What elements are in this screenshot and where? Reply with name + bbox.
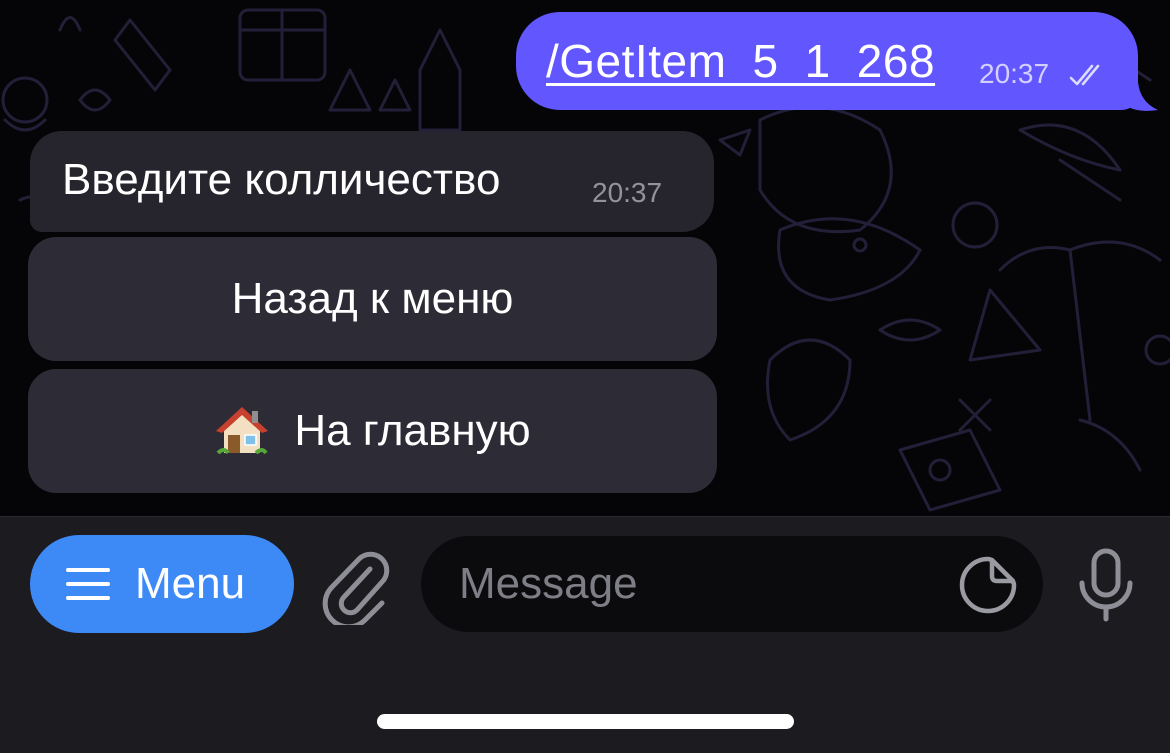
house-icon <box>216 407 269 455</box>
incoming-message-bubble[interactable]: Введите колличество 20:37 <box>30 131 714 232</box>
back-to-menu-button[interactable]: Назад к меню <box>28 237 717 361</box>
paperclip-icon[interactable] <box>322 547 394 625</box>
message-time: 20:37 <box>979 58 1050 89</box>
telegram-chat-screen: /GetItem_5_1_268 20:37 Введите колличест… <box>0 0 1170 753</box>
home-indicator[interactable] <box>377 714 794 729</box>
message-time: 20:37 <box>592 177 663 208</box>
back-to-menu-label: Назад к меню <box>231 274 514 323</box>
home-button[interactable]: На главную <box>28 369 717 493</box>
message-input[interactable] <box>459 554 939 614</box>
bot-menu-button[interactable]: Menu <box>30 535 294 633</box>
message-composer: Menu <box>0 516 1170 753</box>
message-field[interactable] <box>421 536 1043 632</box>
hamburger-icon <box>66 568 110 600</box>
menu-label: Menu <box>135 559 246 608</box>
sticker-icon[interactable] <box>957 554 1019 616</box>
microphone-icon[interactable] <box>1074 547 1138 623</box>
message-text: Введите колличество <box>62 155 501 204</box>
home-label: На главную <box>294 406 531 455</box>
chat-history[interactable]: /GetItem_5_1_268 20:37 Введите колличест… <box>0 0 1170 516</box>
bubble-tail <box>1118 82 1158 111</box>
command-link[interactable]: /GetItem_5_1_268 <box>546 34 935 88</box>
double-check-icon <box>1069 64 1100 86</box>
outgoing-message-bubble[interactable]: /GetItem_5_1_268 20:37 <box>516 12 1138 110</box>
